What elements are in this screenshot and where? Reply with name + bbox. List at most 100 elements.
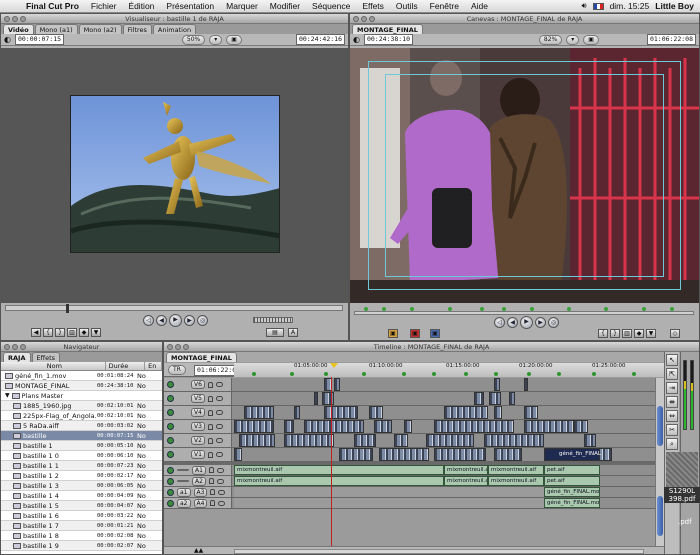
canvas-add-keyframe-icon[interactable]: ◇: [670, 329, 680, 338]
browser-row[interactable]: bastille 1 3 00:00:06:05 No: [1, 481, 162, 491]
audio-clip[interactable]: géné_fin_FINAL.mov: [544, 487, 600, 497]
tab-mono-a1[interactable]: Mono (a1): [34, 24, 78, 34]
track-lock-icon[interactable]: [207, 437, 213, 444]
browser-row[interactable]: bastille 1 7 00:00:01:21 No: [1, 521, 162, 531]
video-clip[interactable]: [394, 434, 408, 447]
input-language-flag-icon[interactable]: [592, 2, 604, 10]
close-icon[interactable]: [167, 344, 173, 350]
timeline-ruler[interactable]: 01:05:00:00 01:10:00:00 01:15:00:00 01:2…: [234, 363, 664, 377]
viewer-playhead[interactable]: [66, 304, 69, 313]
track-lock-icon[interactable]: [207, 451, 213, 458]
column-in[interactable]: En: [145, 362, 162, 370]
video-clip[interactable]: [234, 448, 242, 461]
menu-sequence[interactable]: Séquence: [306, 1, 356, 11]
audio-track[interactable]: A2 mixmontreuil.aif mixmontreuil.aif mixmon…: [164, 476, 655, 487]
tab-filters[interactable]: Filtres: [122, 24, 152, 34]
menu-file[interactable]: Fichier: [85, 1, 123, 11]
track-audible-icon[interactable]: [167, 466, 174, 474]
video-clip[interactable]: [494, 378, 500, 391]
track-label[interactable]: A3: [193, 487, 208, 497]
track-label[interactable]: V4: [191, 408, 205, 417]
track-link-icon[interactable]: [215, 438, 223, 443]
audio-clip[interactable]: pet.aif: [544, 465, 600, 475]
viewer-mark-out-icon[interactable]: }: [55, 328, 65, 337]
audio-clip[interactable]: mixmontreuil.aif: [234, 465, 444, 475]
menu-view[interactable]: Présentation: [160, 1, 220, 11]
timeline-vertical-scroll[interactable]: [655, 378, 664, 548]
track-visibility-icon[interactable]: [167, 395, 174, 402]
canvas-current-timecode[interactable]: 01:06:22:08: [646, 34, 696, 45]
video-clip[interactable]: [404, 420, 412, 433]
video-clip[interactable]: [239, 434, 275, 447]
browser-row[interactable]: bastille 1 00:00:05:10 No: [1, 441, 162, 451]
canvas-play-icon[interactable]: ▶: [520, 316, 533, 329]
clock[interactable]: dim. 15:25: [610, 1, 650, 11]
browser-titlebar[interactable]: Navigateur: [1, 342, 162, 352]
browser-row[interactable]: bastille 1 4 00:00:04:09 No: [1, 491, 162, 501]
browser-row[interactable]: bastille 1 8 00:00:02:08 No: [1, 531, 162, 541]
video-clip[interactable]: [374, 420, 392, 433]
tool-selection-icon[interactable]: ↖: [666, 354, 678, 366]
video-clip[interactable]: [234, 420, 274, 433]
track-lock-icon[interactable]: [208, 467, 214, 473]
tab-mono-a2[interactable]: Mono (a2): [78, 24, 122, 34]
minimize-icon[interactable]: [361, 16, 367, 22]
video-track[interactable]: V1 géné_fin_FINAL: [164, 448, 655, 462]
video-clip[interactable]: [494, 406, 502, 419]
zoom-icon[interactable]: [20, 344, 26, 350]
track-audible-icon[interactable]: [167, 499, 174, 507]
track-label[interactable]: A2: [192, 476, 206, 486]
tool-razor-icon[interactable]: ✂: [666, 424, 678, 436]
menu-app[interactable]: Final Cut Pro: [20, 1, 85, 11]
video-track[interactable]: V4: [164, 406, 655, 420]
canvas-mark-in-icon[interactable]: {: [598, 329, 608, 338]
audio-clip[interactable]: [234, 487, 544, 497]
viewer-view-popup[interactable]: ▾: [209, 34, 223, 45]
canvas-next-edit-icon[interactable]: ▶: [535, 317, 546, 328]
viewer-mark-clip-icon[interactable]: ▥: [67, 328, 77, 337]
viewer-marker-icon[interactable]: ▼: [91, 328, 101, 337]
close-icon[interactable]: [4, 344, 10, 350]
video-clip[interactable]: [509, 392, 515, 405]
track-link-icon[interactable]: [215, 452, 223, 457]
browser-row[interactable]: MONTAGE_FINAL 00:24:38:10 No: [1, 381, 162, 391]
track-link-icon[interactable]: [216, 478, 224, 484]
track-link-icon[interactable]: [215, 424, 223, 429]
browser-row[interactable]: 5 RaDa.aiff 00:00:03:02 No: [1, 421, 162, 431]
close-icon[interactable]: [4, 16, 10, 22]
canvas-playhead-scrubber[interactable]: [354, 311, 694, 315]
video-clip[interactable]: [434, 420, 514, 433]
canvas-mark-out-icon[interactable]: }: [610, 329, 620, 338]
viewer-duration-timecode[interactable]: 00:00:07:15: [14, 34, 65, 45]
track-source-label[interactable]: [177, 469, 189, 471]
track-lock-icon[interactable]: [207, 381, 213, 388]
tool-zoom-icon[interactable]: ⌕: [666, 438, 678, 450]
video-clip[interactable]: [354, 434, 376, 447]
audio-track[interactable]: a1 A3 géné_fin_FINAL.mov: [164, 487, 655, 498]
minimize-icon[interactable]: [175, 344, 181, 350]
canvas-overwrite-edit-icon[interactable]: ▣: [410, 329, 420, 338]
video-clip[interactable]: [324, 406, 358, 419]
video-clip[interactable]: [339, 448, 373, 461]
track-label[interactable]: V1: [191, 450, 205, 459]
timeline-scroll-thumb-audio[interactable]: [657, 496, 663, 536]
viewer-add-marker-icon[interactable]: ◆: [79, 328, 89, 337]
jog-icon[interactable]: ◐: [4, 35, 11, 44]
track-audible-icon[interactable]: [167, 477, 174, 485]
viewer-titlebar[interactable]: Visualiseur : bastille 1 de RAJA: [1, 14, 348, 24]
track-link-icon[interactable]: [215, 396, 223, 401]
video-clip[interactable]: [444, 406, 488, 419]
track-label[interactable]: A1: [192, 465, 206, 475]
browser-row[interactable]: bastille 1 5 00:00:04:07 No: [1, 501, 162, 511]
playhead-marker[interactable]: [330, 363, 338, 368]
canvas-zoom-popup[interactable]: 82%: [538, 34, 563, 45]
track-lock-icon[interactable]: [210, 489, 216, 495]
track-audible-icon[interactable]: [167, 488, 174, 496]
zoom-icon[interactable]: [183, 344, 189, 350]
tab-raja[interactable]: RAJA: [3, 352, 31, 362]
track-label[interactable]: V5: [191, 394, 205, 403]
video-track[interactable]: V3: [164, 420, 655, 434]
track-link-icon[interactable]: [218, 489, 226, 495]
audio-clip[interactable]: mixmontreuil.aif: [488, 465, 544, 475]
jog-icon[interactable]: ◐: [353, 35, 360, 44]
